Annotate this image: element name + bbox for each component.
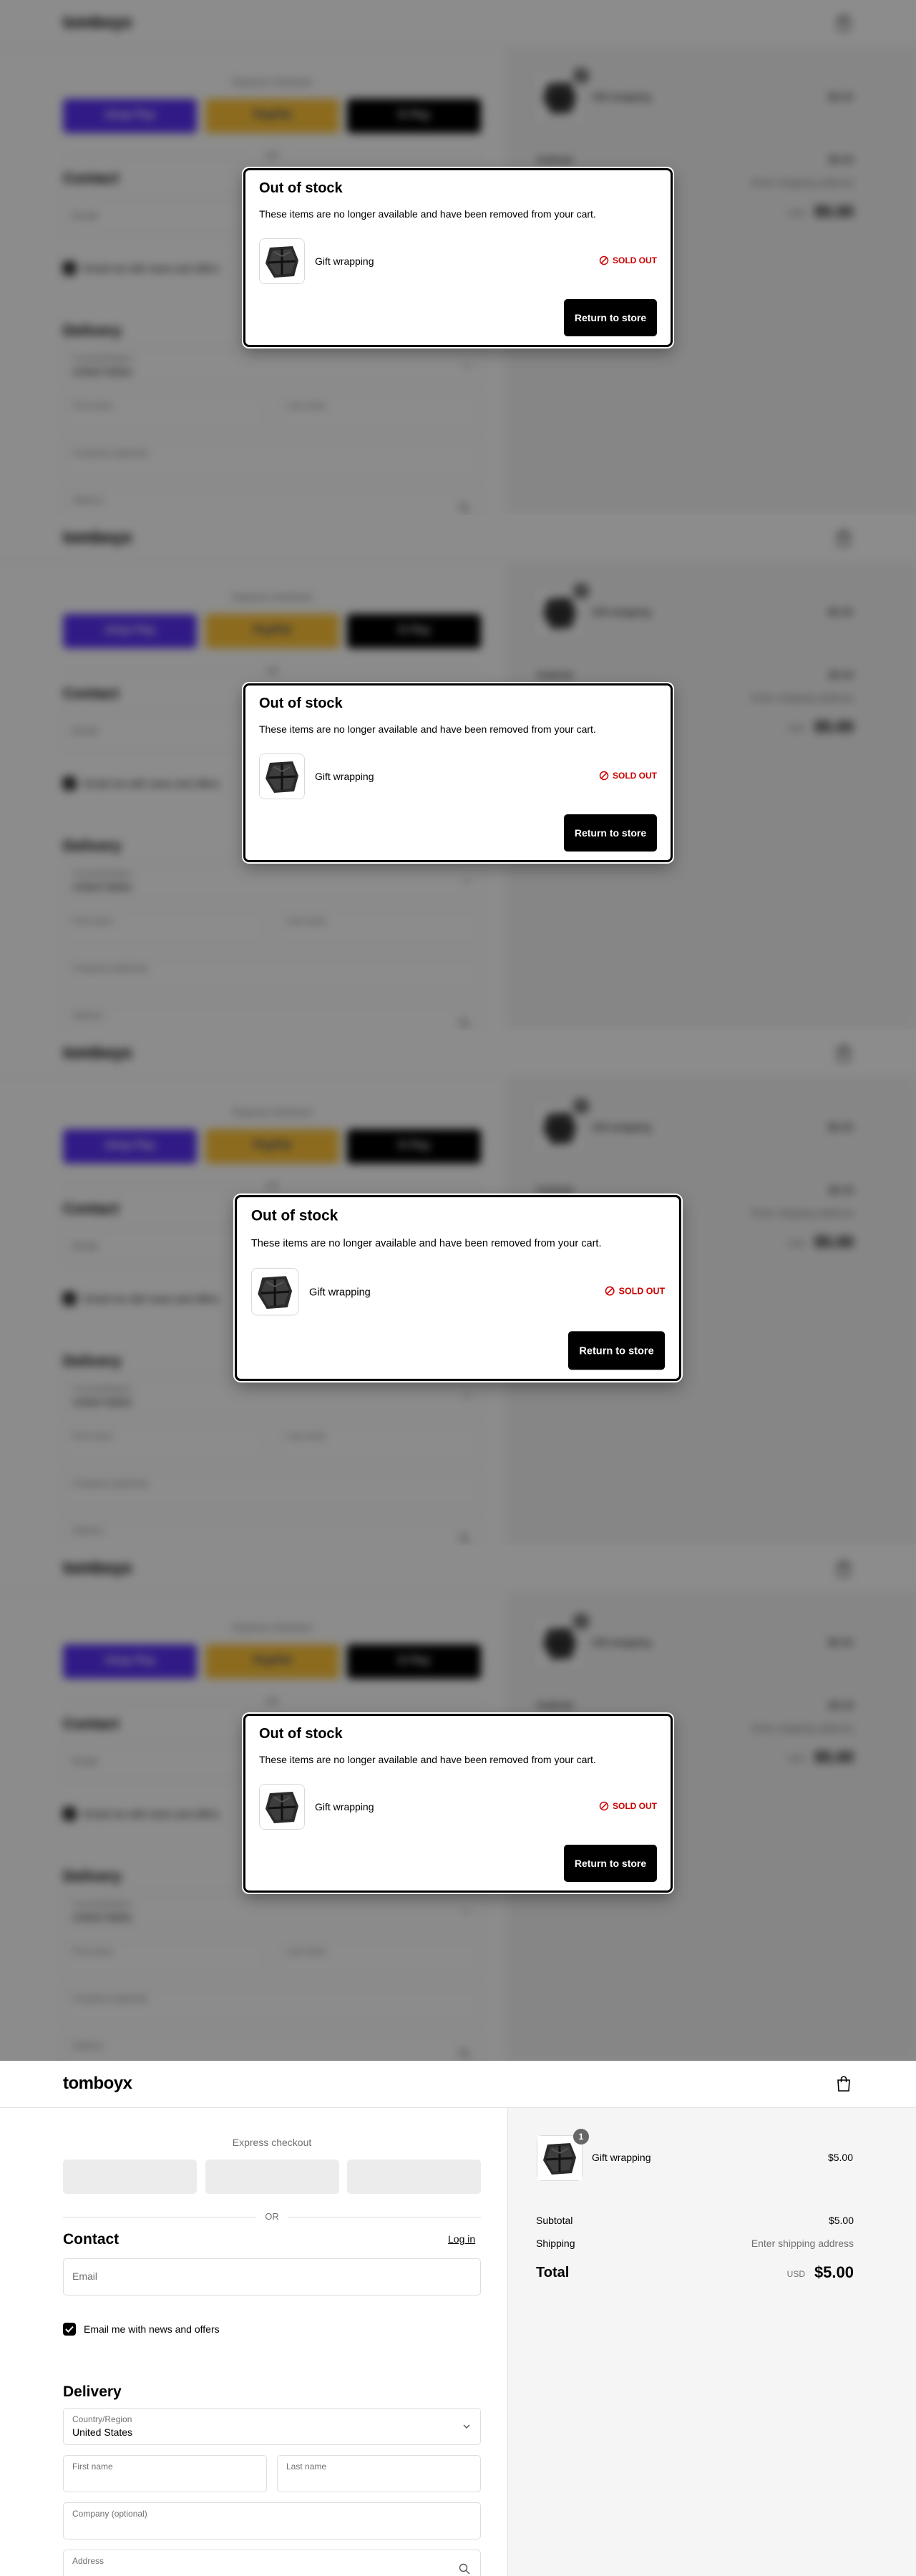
checkmark-icon: [65, 2326, 74, 2333]
dialog-title: Out of stock: [259, 696, 343, 711]
sold-out-badge: SOLD OUT: [599, 255, 657, 265]
checkout-frame-with-dialog: tomboyx Express checkout shop Pay PayPal…: [0, 515, 916, 1030]
sold-out-label: SOLD OUT: [613, 771, 657, 781]
gift-box-icon: [260, 239, 304, 283]
dialog-description: These items are no longer available and …: [259, 208, 596, 220]
dialog-description: These items are no longer available and …: [250, 1236, 602, 1249]
order-summary: 1 Gift wrapping $5.00 Subtotal $5.00 Shi…: [507, 2108, 916, 2576]
gift-box-icon: [260, 754, 304, 799]
newsletter-label: Email me with news and offers: [84, 2323, 220, 2335]
divider-line: [288, 2217, 481, 2218]
product-thumbnail: 1: [537, 2129, 589, 2181]
total-row: Total USD $5.00: [536, 2262, 854, 2283]
newsletter-checkbox[interactable]: [63, 2323, 76, 2336]
prohibited-icon: [599, 771, 609, 781]
first-name-field[interactable]: First name: [63, 2455, 267, 2492]
first-name-label: First name: [72, 2462, 113, 2472]
dialog-product-thumbnail: [250, 1267, 299, 1316]
prohibited-icon: [599, 1801, 609, 1811]
dialog-title: Out of stock: [259, 1726, 343, 1742]
express-checkout-title: Express checkout: [232, 2137, 312, 2148]
checkout-frame-with-dialog: tomboyx Express checkout shop Pay PayPal…: [0, 1546, 916, 2061]
return-to-store-button[interactable]: Return to store: [567, 1331, 666, 1370]
dialog-item-name: Gift wrapping: [309, 1285, 371, 1298]
email-label: Email: [72, 2270, 98, 2282]
last-name-label: Last name: [286, 2462, 327, 2472]
prohibited-icon: [599, 255, 609, 265]
shipping-label: Shipping: [536, 2238, 575, 2249]
sold-out-label: SOLD OUT: [613, 255, 657, 265]
last-name-field[interactable]: Last name: [277, 2455, 481, 2492]
dialog-description: These items are no longer available and …: [259, 723, 596, 735]
return-to-store-button[interactable]: Return to store: [564, 1845, 657, 1882]
gift-box-icon: [260, 1785, 304, 1829]
company-label: Company (optional): [72, 2509, 147, 2519]
google-pay-label: G Pay: [347, 2170, 481, 2182]
search-icon: [459, 2563, 470, 2575]
checkout-page: tomboyx Express checkout shop Pay PayPal…: [0, 2061, 916, 2576]
checkout-frame-with-dialog: tomboyx Express checkout shop Pay PayPal…: [0, 1030, 916, 1546]
dialog-item-name: Gift wrapping: [315, 1801, 374, 1813]
country-value: United States: [72, 2426, 133, 2438]
contact-heading: Contact: [63, 2231, 120, 2248]
country-select[interactable]: Country/Region United States: [63, 2408, 481, 2445]
dialog-item-name: Gift wrapping: [315, 255, 374, 267]
store-logo[interactable]: tomboyx: [63, 2074, 132, 2094]
sold-out-label: SOLD OUT: [613, 1801, 657, 1811]
address-label: Address: [72, 2556, 104, 2566]
quantity-badge: 1: [573, 2129, 589, 2145]
shop-pay-label: shop Pay: [63, 2170, 197, 2182]
product-price: $5.00: [827, 2152, 853, 2163]
currency-code: USD: [786, 2269, 805, 2279]
google-pay-button[interactable]: G Pay: [347, 2160, 481, 2194]
out-of-stock-dialog: Out of stock These items are no longer a…: [243, 683, 673, 862]
out-of-stock-dialog: Out of stock These items are no longer a…: [235, 1195, 681, 1381]
dialog-item-name: Gift wrapping: [315, 771, 374, 782]
return-to-store-button[interactable]: Return to store: [564, 814, 657, 852]
shipping-value: Enter shipping address: [751, 2238, 854, 2249]
out-of-stock-dialog: Out of stock These items are no longer a…: [243, 168, 673, 347]
email-field[interactable]: Email: [63, 2258, 481, 2296]
sold-out-label: SOLD OUT: [618, 1285, 666, 1297]
total-label: Total: [536, 2265, 570, 2280]
address-field[interactable]: Address: [63, 2550, 481, 2576]
checkout-form: Express checkout shop Pay PayPal G Pay O…: [0, 2108, 507, 2576]
sold-out-badge: SOLD OUT: [605, 1285, 666, 1297]
sold-out-badge: SOLD OUT: [599, 1801, 657, 1811]
sold-out-badge: SOLD OUT: [599, 771, 657, 781]
subtotal-value: $5.00: [828, 2215, 854, 2226]
or-divider: OR: [63, 2211, 481, 2223]
country-label: Country/Region: [72, 2414, 132, 2424]
dialog-product-thumbnail: [259, 753, 305, 799]
subtotal-label: Subtotal: [536, 2215, 573, 2226]
paypal-button[interactable]: PayPal: [205, 2160, 339, 2194]
return-to-store-button[interactable]: Return to store: [564, 299, 657, 336]
total-value: $5.00: [814, 2263, 854, 2281]
gift-box-icon: [537, 2136, 582, 2180]
prohibited-icon: [605, 1286, 615, 1296]
paypal-label: PayPal: [205, 2170, 339, 2182]
header: tomboyx: [0, 2061, 916, 2108]
product-name: Gift wrapping: [592, 2152, 651, 2163]
dialog-title: Out of stock: [259, 180, 343, 196]
dialog-product-thumbnail: [259, 238, 305, 284]
shopping-bag-icon[interactable]: [836, 2075, 852, 2092]
login-link[interactable]: Log in: [448, 2233, 475, 2245]
dialog-description: These items are no longer available and …: [259, 1754, 596, 1765]
dialog-product-thumbnail: [259, 1784, 305, 1830]
checkout-frame: tomboyx Express checkout shop Pay PayPal…: [0, 2061, 916, 2576]
company-field[interactable]: Company (optional): [63, 2502, 481, 2540]
dialog-title: Out of stock: [250, 1207, 338, 1224]
chevron-down-icon: [463, 2424, 470, 2429]
gift-box-icon: [251, 1268, 298, 1315]
out-of-stock-dialog: Out of stock These items are no longer a…: [243, 1714, 673, 1893]
shop-pay-button[interactable]: shop Pay: [63, 2160, 197, 2194]
checkout-frame-with-dialog: tomboyx Express checkout shop Pay PayPal…: [0, 0, 916, 515]
delivery-heading: Delivery: [63, 2384, 122, 2400]
